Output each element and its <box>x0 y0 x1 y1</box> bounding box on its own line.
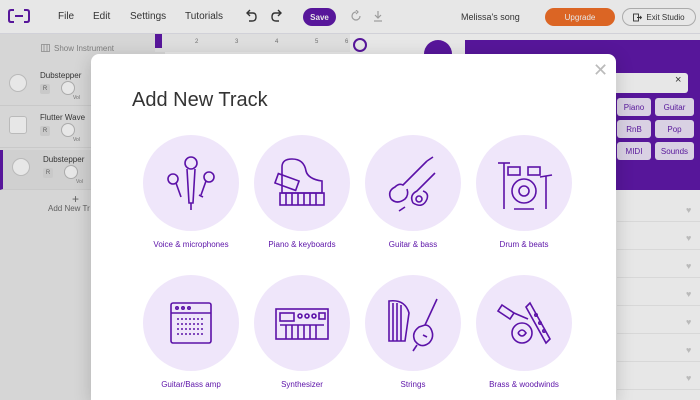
close-icon[interactable]: ✕ <box>593 60 608 81</box>
piano-icon <box>273 158 325 206</box>
drums-icon <box>498 162 553 210</box>
category-label: Drum & beats <box>499 240 549 249</box>
brass-icon <box>496 301 551 345</box>
guitar-icon <box>388 156 436 212</box>
amp-icon <box>170 302 212 344</box>
synthesizer-icon <box>275 308 329 340</box>
modal-title: Add New Track <box>132 89 268 111</box>
add-track-modal: ✕ Add New Track Voice & microphones Pian… <box>91 54 616 400</box>
strings-icon <box>388 298 438 352</box>
category-label: Brass & woodwinds <box>489 380 559 389</box>
microphones-icon <box>167 156 215 210</box>
